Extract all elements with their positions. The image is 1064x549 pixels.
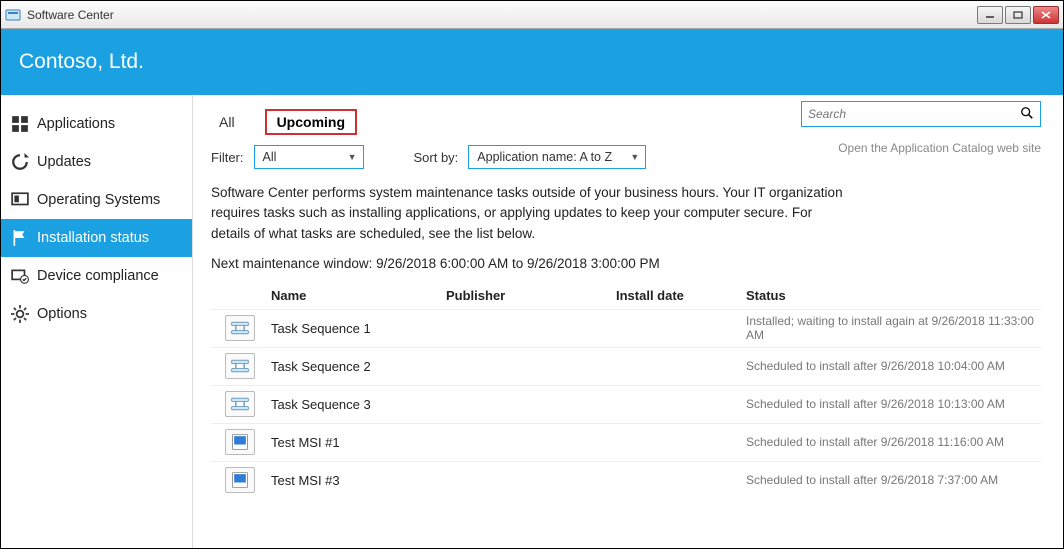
sidebar-item-applications[interactable]: Applications <box>1 105 192 143</box>
msi-icon <box>225 429 255 455</box>
sidebar-item-operating-systems[interactable]: Operating Systems <box>1 181 192 219</box>
org-banner: Contoso, Ltd. <box>1 29 1063 95</box>
sort-dropdown[interactable]: Application name: A to Z ▼ <box>468 145 646 169</box>
org-name: Contoso, Ltd. <box>19 50 144 74</box>
chevron-down-icon: ▼ <box>630 152 639 162</box>
catalog-link[interactable]: Open the Application Catalog web site <box>838 141 1041 155</box>
cell-status: Scheduled to install after 9/26/2018 7:3… <box>746 473 1041 487</box>
cell-status: Installed; waiting to install again at 9… <box>746 314 1041 342</box>
col-name[interactable]: Name <box>271 288 446 303</box>
app-icon <box>5 7 21 23</box>
filter-dropdown[interactable]: All ▼ <box>254 145 364 169</box>
cell-status: Scheduled to install after 9/26/2018 10:… <box>746 359 1041 373</box>
sort-value: Application name: A to Z <box>477 150 612 164</box>
sidebar-item-label: Operating Systems <box>37 192 160 208</box>
tab-upcoming[interactable]: Upcoming <box>265 109 357 135</box>
close-button[interactable] <box>1033 6 1059 24</box>
table-header: Name Publisher Install date Status <box>211 283 1041 309</box>
sidebar-item-options[interactable]: Options <box>1 295 192 333</box>
table-body: Task Sequence 1 Installed; waiting to ins… <box>211 309 1041 499</box>
cell-name: Task Sequence 3 <box>271 397 446 412</box>
sidebar-item-label: Device compliance <box>37 268 159 284</box>
cell-status: Scheduled to install after 9/26/2018 10:… <box>746 397 1041 411</box>
compliance-icon <box>11 267 29 285</box>
sidebar-item-updates[interactable]: Updates <box>1 143 192 181</box>
filter-label: Filter: <box>211 150 244 165</box>
table-row[interactable]: Test MSI #3 Scheduled to install after 9/… <box>211 461 1041 499</box>
task-sequence-icon <box>225 391 255 417</box>
description-text: Software Center performs system maintena… <box>211 183 851 244</box>
cell-name: Test MSI #3 <box>271 473 446 488</box>
search-icon[interactable] <box>1020 106 1034 123</box>
table-row[interactable]: Task Sequence 3 Scheduled to install afte… <box>211 385 1041 423</box>
table-row[interactable]: Test MSI #1 Scheduled to install after 9/… <box>211 423 1041 461</box>
applications-icon <box>11 115 29 133</box>
sidebar-item-label: Options <box>37 306 87 322</box>
filter-value: All <box>263 150 277 164</box>
table-row[interactable]: Task Sequence 2 Scheduled to install afte… <box>211 347 1041 385</box>
msi-icon <box>225 467 255 493</box>
sort-label: Sort by: <box>414 150 459 165</box>
tab-all[interactable]: All <box>211 110 243 134</box>
cell-status: Scheduled to install after 9/26/2018 11:… <box>746 435 1041 449</box>
window-title: Software Center <box>27 8 977 22</box>
cell-name: Task Sequence 2 <box>271 359 446 374</box>
table-row[interactable]: Task Sequence 1 Installed; waiting to ins… <box>211 309 1041 347</box>
col-status[interactable]: Status <box>746 288 1041 303</box>
minimize-button[interactable] <box>977 6 1003 24</box>
chevron-down-icon: ▼ <box>348 152 357 162</box>
sidebar-item-label: Updates <box>37 154 91 170</box>
task-sequence-icon <box>225 315 255 341</box>
maximize-button[interactable] <box>1005 6 1031 24</box>
sidebar-item-installation-status[interactable]: Installation status <box>1 219 192 257</box>
sidebar-item-label: Applications <box>37 116 115 132</box>
updates-icon <box>11 153 29 171</box>
title-bar: Software Center <box>1 1 1063 29</box>
search-box[interactable] <box>801 101 1041 127</box>
main-content: All Upcoming Open the Application Catalo… <box>193 95 1063 548</box>
cell-name: Test MSI #1 <box>271 435 446 450</box>
task-sequence-icon <box>225 353 255 379</box>
sidebar-item-label: Installation status <box>37 230 149 246</box>
maintenance-window-text: Next maintenance window: 9/26/2018 6:00:… <box>211 256 1041 271</box>
col-install-date[interactable]: Install date <box>616 288 746 303</box>
os-icon <box>11 191 29 209</box>
search-input[interactable] <box>808 107 1020 121</box>
gear-icon <box>11 305 29 323</box>
col-publisher[interactable]: Publisher <box>446 288 616 303</box>
window-controls <box>977 6 1059 24</box>
sidebar: Applications Updates Operating Systems I… <box>1 95 193 548</box>
sidebar-item-device-compliance[interactable]: Device compliance <box>1 257 192 295</box>
flag-icon <box>11 229 29 247</box>
cell-name: Task Sequence 1 <box>271 321 446 336</box>
